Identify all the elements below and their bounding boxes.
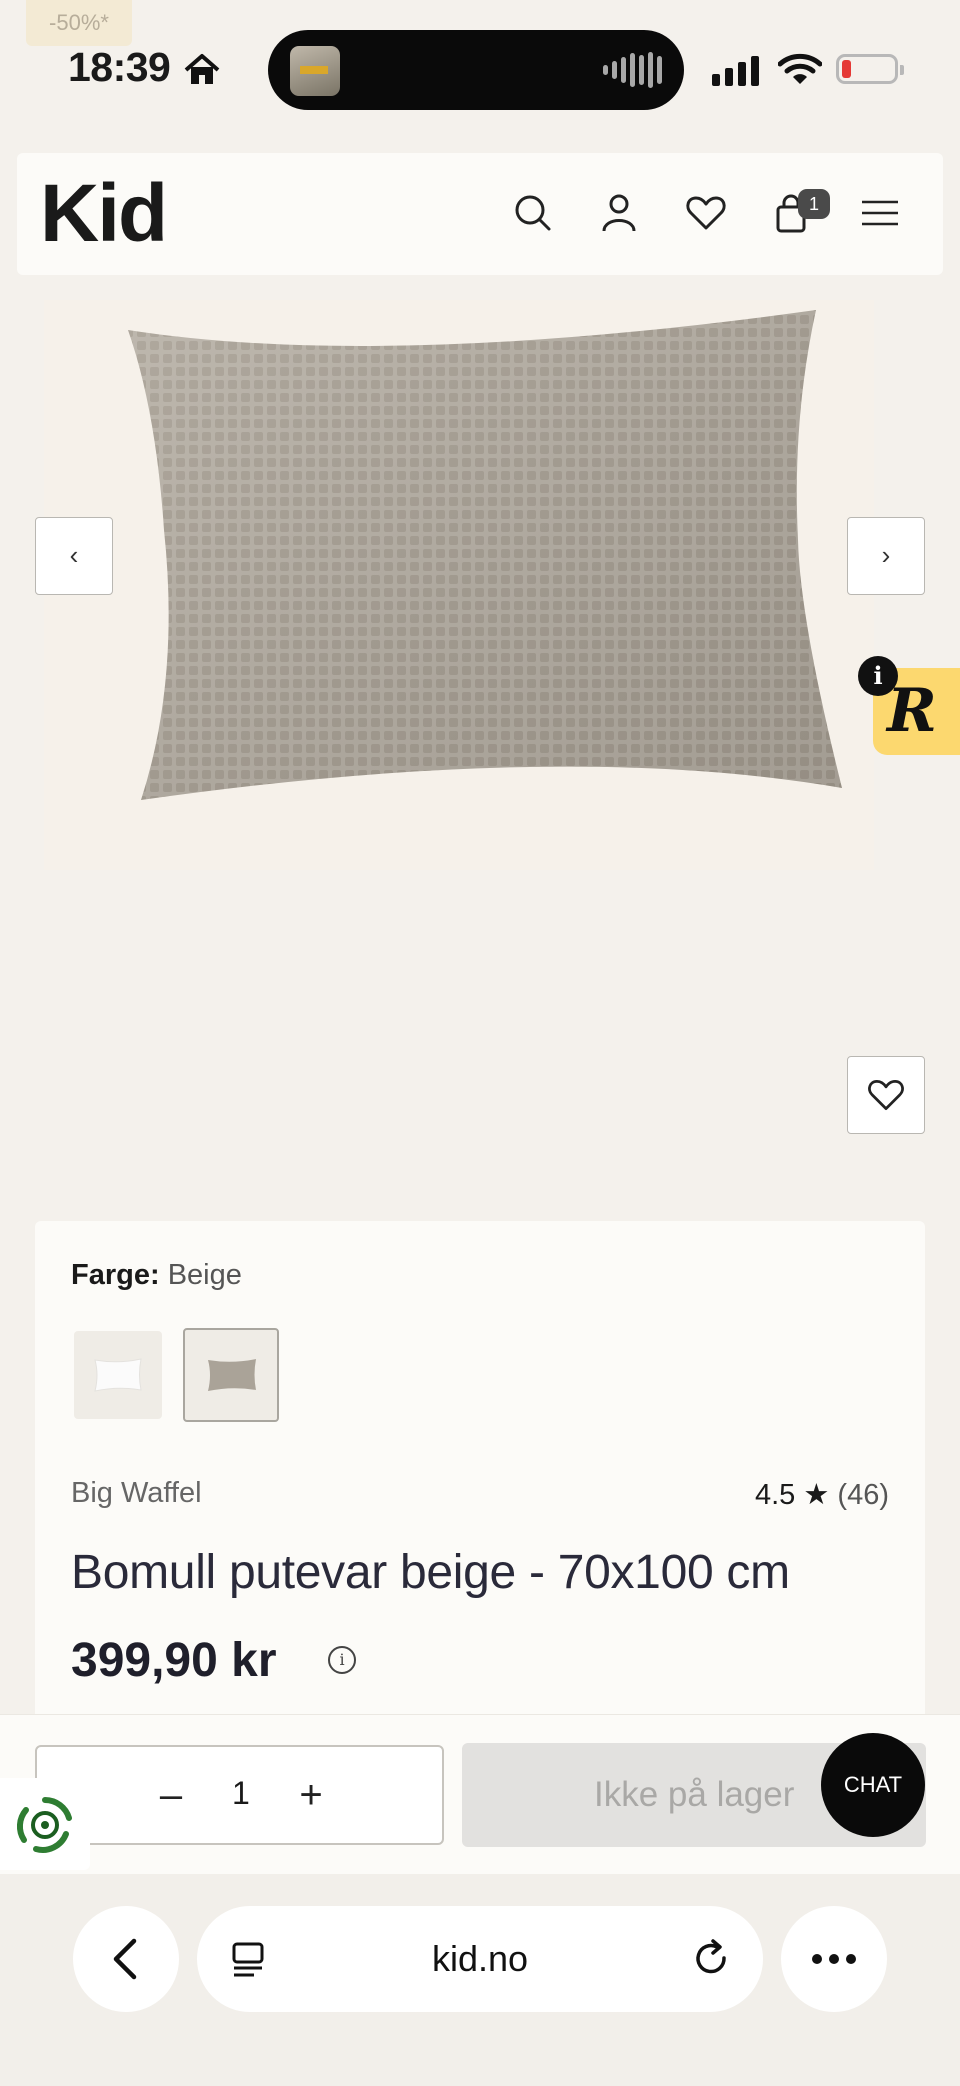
product-price: 399,90 kr bbox=[71, 1634, 277, 1687]
decrease-quantity-button[interactable]: – bbox=[149, 1773, 193, 1817]
color-label: Farge: bbox=[71, 1259, 160, 1291]
battery-icon bbox=[836, 54, 904, 84]
account-icon[interactable] bbox=[597, 191, 641, 235]
home-icon bbox=[184, 54, 220, 84]
promo-chip: -50%* bbox=[26, 0, 132, 46]
color-value: Beige bbox=[167, 1259, 242, 1291]
more-icon bbox=[812, 1954, 856, 1964]
beige-pillow-thumbnail bbox=[208, 1359, 256, 1391]
eco-badge[interactable] bbox=[0, 1778, 90, 1870]
star-icon: ★ bbox=[803, 1479, 830, 1511]
white-pillow-thumbnail bbox=[94, 1358, 142, 1392]
back-arrow-icon bbox=[113, 1938, 137, 1980]
quantity-value[interactable]: 1 bbox=[232, 1775, 250, 1812]
product-rating[interactable]: 4.5 ★ (46) bbox=[755, 1477, 889, 1512]
browser-more-button[interactable] bbox=[781, 1906, 887, 2012]
now-playing-artwork bbox=[290, 46, 340, 96]
reload-icon[interactable] bbox=[691, 1938, 733, 1980]
kid-logo[interactable]: Kid bbox=[40, 171, 168, 257]
browser-back-button[interactable] bbox=[73, 1906, 179, 2012]
increase-quantity-button[interactable]: + bbox=[289, 1773, 333, 1817]
wishlist-icon[interactable] bbox=[684, 191, 728, 235]
carousel-prev-button[interactable]: ‹ bbox=[35, 517, 113, 595]
menu-icon[interactable] bbox=[857, 191, 901, 235]
carousel-next-button[interactable]: › bbox=[847, 517, 925, 595]
color-selector-label: Farge: Beige bbox=[71, 1259, 242, 1292]
dynamic-island[interactable] bbox=[268, 30, 684, 110]
color-swatch-beige[interactable] bbox=[183, 1328, 279, 1422]
cart-count-badge: 1 bbox=[798, 189, 830, 219]
quantity-stepper: – 1 + bbox=[35, 1745, 444, 1845]
product-brand[interactable]: Big Waffel bbox=[71, 1477, 202, 1510]
chat-button[interactable]: CHAT bbox=[821, 1733, 925, 1837]
product-image bbox=[44, 300, 874, 870]
product-title: Bomull putevar beige - 70x100 cm bbox=[71, 1546, 790, 1599]
url-text: kid.no bbox=[431, 1938, 529, 1979]
color-swatch-white[interactable] bbox=[74, 1331, 162, 1419]
recycle-icon bbox=[16, 1797, 72, 1853]
wifi-icon bbox=[778, 53, 822, 84]
rating-count: (46) bbox=[837, 1479, 889, 1511]
cellular-signal-icon bbox=[712, 56, 759, 86]
info-icon[interactable]: i bbox=[858, 656, 898, 696]
audio-wave-icon bbox=[603, 52, 662, 88]
status-bar: -50%* 18:39 bbox=[0, 0, 960, 140]
heart-icon bbox=[868, 1080, 904, 1110]
product-info-card: Farge: Beige Big Waffel 4.5 ★ (46) Bomul… bbox=[35, 1221, 925, 1721]
rating-value: 4.5 bbox=[754, 1479, 796, 1511]
price-info-icon[interactable]: i bbox=[328, 1646, 356, 1674]
address-bar[interactable]: kid.no bbox=[197, 1906, 763, 2012]
add-to-wishlist-button[interactable] bbox=[847, 1056, 925, 1134]
site-header: Kid 1 bbox=[17, 153, 943, 275]
buy-bar: – 1 + Ikke på lager bbox=[0, 1714, 960, 1874]
search-icon[interactable] bbox=[511, 191, 555, 235]
clock: 18:39 bbox=[68, 44, 171, 90]
browser-toolbar: kid.no bbox=[0, 1874, 960, 2086]
